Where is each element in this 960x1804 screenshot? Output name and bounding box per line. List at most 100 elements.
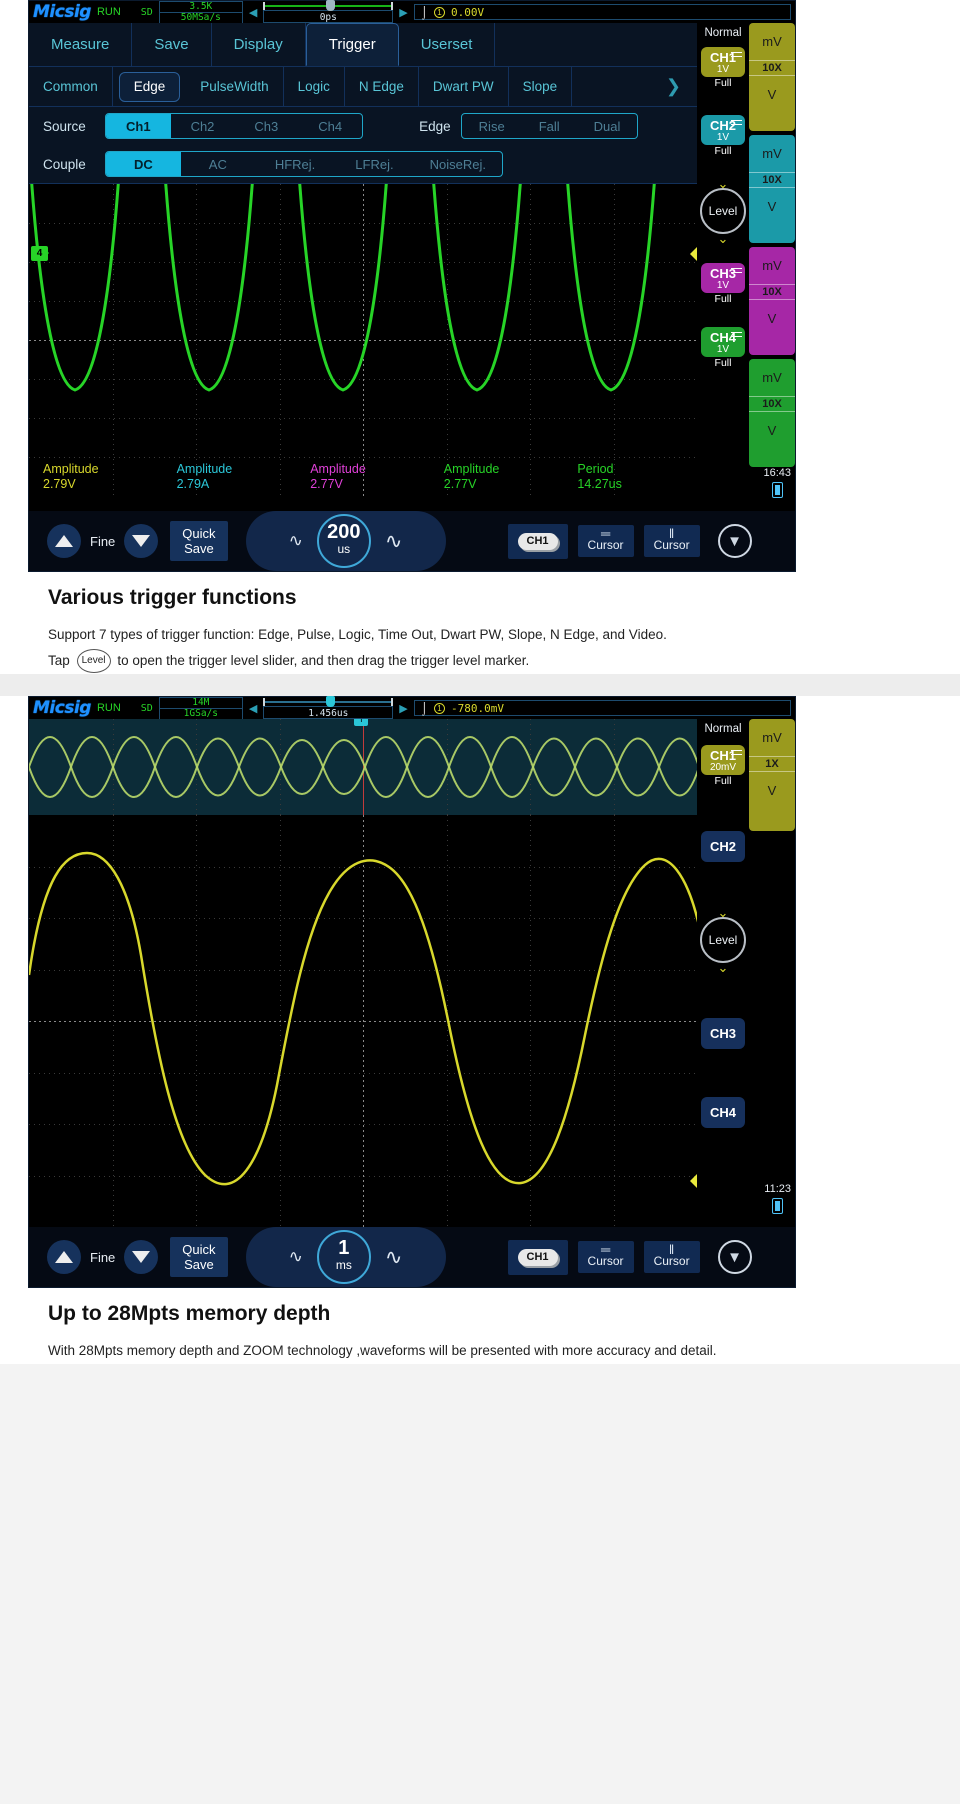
tab-save[interactable]: Save	[132, 23, 212, 66]
sine-wave-large-icon[interactable]: ∿	[385, 529, 403, 554]
timebase-readout[interactable]: 1 ms	[316, 1230, 371, 1284]
probe-ratio-ch1[interactable]: 10X	[749, 60, 795, 76]
unit-v-ch2[interactable]: V	[749, 188, 795, 225]
channel-button-ch2[interactable]: CH2	[701, 831, 745, 862]
couple-ac[interactable]: AC	[181, 152, 255, 176]
sine-wave-small-icon[interactable]: ∿	[289, 1247, 303, 1267]
subtab-n-edge[interactable]: N Edge	[345, 67, 419, 106]
source-ch4[interactable]: Ch4	[298, 114, 362, 138]
horizontal-cursor-button[interactable]: ═ Cursor	[577, 525, 634, 557]
probe-ratio-ch4[interactable]: 10X	[749, 396, 795, 412]
source-ch1[interactable]: Ch1	[106, 114, 171, 138]
channel-select-button[interactable]: CH1	[507, 1239, 568, 1275]
expand-more-button[interactable]: ▼	[717, 524, 752, 558]
channel-button-ch4[interactable]: CH4	[701, 1097, 745, 1128]
fine-label[interactable]: Fine	[90, 1250, 115, 1265]
unit-mv-ch1[interactable]: mV	[749, 719, 795, 756]
tab-measure[interactable]: Measure	[29, 23, 133, 66]
chevron-right-icon[interactable]: ❯	[650, 76, 697, 97]
h-pos-left-arrow[interactable]: ◀	[249, 6, 257, 19]
h-position-group[interactable]: 1.456us	[263, 695, 394, 719]
acquisition-mode-label[interactable]: Normal	[697, 23, 749, 39]
level-up-icon[interactable]: ⌄	[697, 906, 749, 919]
vertical-scale-ch4[interactable]: mV 10X V	[749, 359, 795, 467]
timebase-control[interactable]: ∿ 1 ms ∿	[245, 1227, 446, 1287]
memory-sample-block[interactable]: 14M 1GSa/s	[158, 696, 243, 720]
source-ch3[interactable]: Ch3	[234, 114, 298, 138]
coarse-up-button[interactable]	[47, 1240, 81, 1274]
vertical-scale-ch3[interactable]: mV 10X V	[749, 247, 795, 355]
probe-ratio-ch2[interactable]: 10X	[749, 172, 795, 188]
timebase-readout[interactable]: 200 us	[316, 514, 371, 568]
vertical-scale-ch1[interactable]: mV 10X V	[749, 23, 795, 131]
h-pos-right-arrow[interactable]: ▶	[399, 6, 407, 19]
horizontal-cursor-button[interactable]: ═ Cursor	[577, 1241, 634, 1273]
sine-wave-small-icon[interactable]: ∿	[289, 531, 303, 551]
probe-ratio-ch1[interactable]: 1X	[749, 756, 795, 772]
trigger-level-marker[interactable]	[682, 1173, 697, 1189]
channel-select-button[interactable]: CH1	[507, 523, 568, 559]
sine-wave-large-icon[interactable]: ∿	[385, 1245, 403, 1270]
measurement-item[interactable]: Amplitude 2.77V	[296, 462, 430, 492]
channel-button-ch3[interactable]: CH3 1V	[701, 263, 745, 293]
trigger-level-marker[interactable]	[682, 246, 697, 262]
subtab-pulsewidth[interactable]: PulseWidth	[186, 67, 284, 106]
vertical-scale-ch2[interactable]: mV 10X V	[749, 135, 795, 243]
channel-button-ch1[interactable]: CH1 20mV	[701, 745, 745, 775]
unit-mv-ch4[interactable]: mV	[749, 359, 795, 396]
coarse-up-button[interactable]	[47, 524, 81, 558]
level-up-icon[interactable]: ⌄	[697, 177, 749, 190]
unit-mv-ch1[interactable]: mV	[749, 23, 795, 60]
subtab-edge[interactable]: Edge	[118, 71, 181, 102]
couple-lfrej[interactable]: LFRej.	[335, 152, 413, 176]
scope1-waveform-display[interactable]: 4 Amplitude 2.79V Amplitude 2.79A Amplit…	[29, 184, 697, 496]
h-position-slider[interactable]	[263, 695, 394, 707]
quick-save-button[interactable]: Quick Save	[170, 1237, 228, 1277]
couple-noiserej[interactable]: NoiseRej.	[414, 152, 502, 176]
unit-mv-ch3[interactable]: mV	[749, 247, 795, 284]
couple-dc[interactable]: DC	[106, 152, 181, 176]
tab-trigger[interactable]: Trigger	[305, 23, 399, 66]
run-state-label[interactable]: RUN	[97, 702, 121, 714]
h-position-slider[interactable]	[263, 0, 394, 11]
subtab-slope[interactable]: Slope	[509, 67, 573, 106]
coarse-down-button[interactable]	[124, 524, 159, 558]
tab-userset[interactable]: Userset	[399, 23, 496, 66]
acquisition-mode-label[interactable]: Normal	[697, 719, 749, 735]
h-position-group[interactable]: 0ps	[263, 0, 394, 23]
trigger-status-block[interactable]: ⌡ 1 -780.0mV	[413, 700, 791, 716]
subtab-common[interactable]: Common	[29, 67, 113, 106]
vertical-cursor-button[interactable]: ‖ Cursor	[643, 1241, 700, 1273]
zoom-trigger-flag[interactable]: T	[354, 719, 369, 726]
unit-mv-ch2[interactable]: mV	[749, 135, 795, 172]
h-pos-right-arrow[interactable]: ▶	[399, 702, 407, 715]
scope2-zoom-overview[interactable]: T	[29, 719, 697, 815]
unit-v-ch1[interactable]: V	[749, 772, 795, 809]
couple-hfrej[interactable]: HFRej.	[255, 152, 335, 176]
subtab-logic[interactable]: Logic	[284, 67, 345, 106]
quick-save-button[interactable]: Quick Save	[170, 521, 228, 561]
channel-button-ch3[interactable]: CH3	[701, 1018, 745, 1049]
channel-position-marker[interactable]: 4	[31, 246, 49, 261]
timebase-control[interactable]: ∿ 200 us ∿	[245, 511, 446, 571]
trigger-level-knob[interactable]: Level	[700, 188, 746, 234]
level-down-icon[interactable]: ⌄	[697, 961, 749, 974]
probe-ratio-ch3[interactable]: 10X	[749, 284, 795, 300]
h-position-thumb[interactable]	[325, 695, 335, 707]
channel-button-ch2[interactable]: CH2 1V	[701, 115, 745, 145]
scope2-waveform-display[interactable]	[29, 815, 697, 1227]
h-pos-left-arrow[interactable]: ◀	[249, 702, 257, 715]
measurement-item[interactable]: Amplitude 2.79A	[163, 462, 297, 492]
vertical-cursor-button[interactable]: ‖ Cursor	[643, 525, 700, 557]
measurement-item[interactable]: Amplitude 2.79V	[29, 462, 163, 492]
coarse-down-button[interactable]	[124, 1240, 159, 1274]
fine-label[interactable]: Fine	[90, 534, 115, 549]
run-state-label[interactable]: RUN	[97, 6, 121, 18]
level-down-icon[interactable]: ⌄	[697, 232, 749, 245]
measurement-item[interactable]: Amplitude 2.77V	[430, 462, 564, 492]
unit-v-ch1[interactable]: V	[749, 76, 795, 113]
edge-rise[interactable]: Rise	[462, 114, 522, 138]
memory-sample-block[interactable]: 3.5K 50MSa/s	[158, 0, 243, 24]
edge-dual[interactable]: Dual	[577, 114, 638, 138]
trigger-status-block[interactable]: ⌡ 1 0.00V	[413, 4, 791, 20]
